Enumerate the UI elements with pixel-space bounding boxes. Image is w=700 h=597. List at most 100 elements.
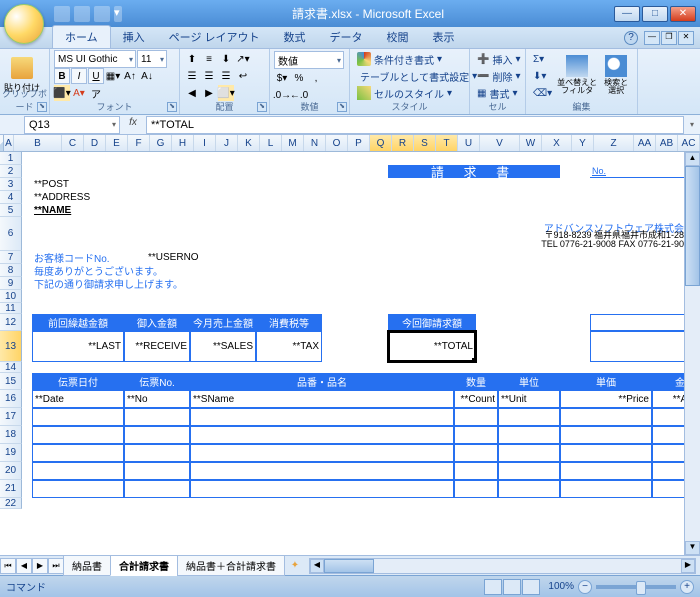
formula-bar-expand[interactable]: ▾ [684,120,700,129]
cell[interactable]: **Date [32,390,124,408]
cell[interactable]: **No [124,390,190,408]
decrease-indent-button[interactable]: ◀ [184,85,200,101]
fx-button[interactable]: fx [124,117,142,133]
cell[interactable] [560,480,652,498]
column-header[interactable]: Z [594,135,634,151]
column-header[interactable]: Y [572,135,594,151]
cell[interactable] [498,480,560,498]
cell[interactable] [560,408,652,426]
redo-icon[interactable] [94,6,110,22]
tab-insert[interactable]: 挿入 [111,26,157,48]
zoom-in-button[interactable]: + [680,580,694,594]
cell[interactable]: **RECEIVE [124,331,190,362]
scroll-up-button[interactable]: ▲ [685,152,700,166]
tab-page-layout[interactable]: ページ レイアウト [157,26,272,48]
font-size-combo[interactable]: 11 [137,50,167,68]
cell[interactable] [190,462,454,480]
column-header[interactable]: S [414,135,436,151]
underline-button[interactable]: U [88,68,104,84]
spreadsheet-grid[interactable]: ABCDEFGHIJKLMNOPQRSTUVWXYZAAABAC 1234567… [0,135,700,555]
cell[interactable] [560,462,652,480]
cell[interactable] [124,462,190,480]
cell[interactable] [190,426,454,444]
row-header[interactable]: 3 [0,178,22,191]
find-select-button[interactable]: 検索と 選択 [599,51,633,99]
column-header[interactable]: R [392,135,414,151]
align-right-button[interactable]: ☰ [218,68,234,84]
row-header[interactable]: 11 [0,303,22,314]
column-header[interactable]: P [348,135,370,151]
column-header[interactable]: L [260,135,282,151]
fill-color-button[interactable]: ⬛▾ [54,85,70,101]
undo-icon[interactable] [74,6,90,22]
qat-more-icon[interactable]: ▾ [114,6,122,22]
column-header[interactable]: N [304,135,326,151]
row-header[interactable]: 15 [0,373,22,390]
cell[interactable]: 御入金額 [124,314,190,331]
format-as-table-button[interactable]: テーブルとして書式設定▾ [354,68,465,84]
row-header[interactable]: 21 [0,480,22,498]
column-header[interactable]: Q [370,135,392,151]
cell[interactable] [454,444,498,462]
cell[interactable] [498,408,560,426]
scroll-right-button[interactable]: ▶ [681,559,695,573]
align-center-button[interactable]: ☰ [201,68,217,84]
column-header[interactable]: D [84,135,106,151]
cell[interactable] [498,462,560,480]
horizontal-scrollbar[interactable]: ◀ ▶ [309,558,696,574]
cell[interactable]: 請 求 書 [388,165,560,178]
column-header[interactable]: AC [678,135,700,151]
cell[interactable]: 下記の通り御請求申し上げます。 [32,277,278,290]
name-box[interactable]: Q13 [24,116,120,134]
cell[interactable]: 消費税等 [256,314,322,331]
formula-input[interactable]: **TOTAL [146,116,684,134]
workbook-minimize-button[interactable]: — [644,31,660,45]
align-top-button[interactable]: ⬆ [184,51,200,67]
row-header[interactable]: 22 [0,498,22,509]
row-header[interactable]: 1 [0,152,22,165]
cell[interactable] [32,480,124,498]
cell[interactable] [190,480,454,498]
number-launcher[interactable]: ⬊ [337,102,347,112]
row-header[interactable]: 10 [0,290,22,303]
cell[interactable]: **Unit [498,390,560,408]
cell[interactable]: **POST [32,178,190,191]
minimize-button[interactable]: — [614,6,640,22]
font-color-button[interactable]: A▾ [71,85,87,101]
cell[interactable]: TEL 0776-21-9008 FAX 0776-21-9022 [344,217,696,251]
sheet-nav-prev[interactable]: ◀ [16,558,32,574]
cell[interactable]: **SName [190,390,454,408]
align-middle-button[interactable]: ≡ [201,51,217,67]
cell[interactable] [498,444,560,462]
column-header[interactable]: B [14,135,62,151]
format-cells-button[interactable]: ▦書式▾ [474,85,521,101]
cell[interactable] [454,462,498,480]
row-header[interactable]: 17 [0,408,22,426]
page-layout-view-button[interactable] [503,579,521,595]
column-header[interactable]: E [106,135,128,151]
cell[interactable] [454,480,498,498]
phonetic-button[interactable]: ア [88,85,104,101]
workbook-restore-button[interactable]: ❐ [661,31,677,45]
cell[interactable]: **Price [560,390,652,408]
cell[interactable] [32,408,124,426]
cell[interactable]: **ADDRESS [32,191,190,204]
cell[interactable]: No. [590,165,696,178]
cell[interactable] [32,462,124,480]
grid-body[interactable]: 請 求 書No.**POST**ADDRESS**NAMEアドバンスソフトウェア… [22,152,700,555]
column-header[interactable]: AA [634,135,656,151]
cell[interactable]: 今月売上金額 [190,314,256,331]
column-header[interactable]: AB [656,135,678,151]
zoom-level[interactable]: 100% [548,581,574,592]
workbook-close-button[interactable]: ✕ [678,31,694,45]
row-header[interactable]: 13 [0,331,22,362]
cell[interactable]: 伝票No. [124,373,190,390]
hscroll-thumb[interactable] [324,559,374,573]
sheet-nav-next[interactable]: ▶ [32,558,48,574]
increase-font-button[interactable]: A↑ [122,68,138,84]
align-left-button[interactable]: ☰ [184,68,200,84]
column-header[interactable]: U [458,135,480,151]
row-header[interactable]: 8 [0,264,22,277]
maximize-button[interactable]: □ [642,6,668,22]
cell[interactable] [590,331,696,362]
